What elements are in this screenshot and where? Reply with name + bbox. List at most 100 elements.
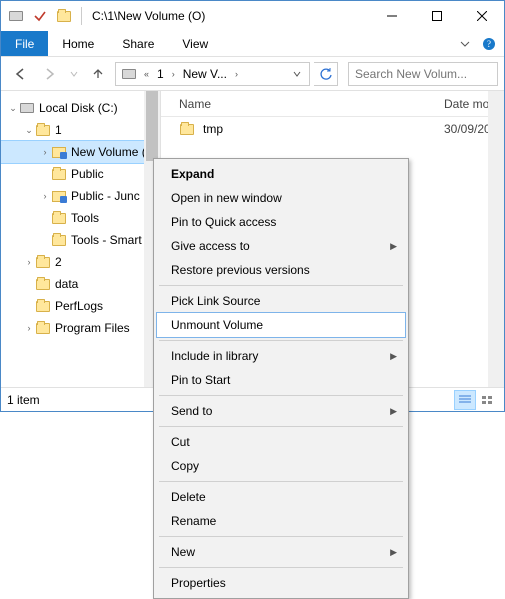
tree-item[interactable]: Tools - Smart xyxy=(1,229,160,251)
tree-item-label: Public - Junc xyxy=(71,189,140,203)
submenu-arrow-icon: ▶ xyxy=(390,547,397,558)
tree-item-label: 1 xyxy=(55,123,62,137)
tree-item[interactable]: PerfLogs xyxy=(1,295,160,317)
menu-item[interactable]: Expand xyxy=(157,162,405,186)
svg-text:?: ? xyxy=(487,39,491,49)
maximize-button[interactable] xyxy=(414,1,459,31)
submenu-arrow-icon: ▶ xyxy=(390,406,397,417)
view-largeicons-button[interactable] xyxy=(476,390,498,410)
tree-item[interactable]: Tools xyxy=(1,207,160,229)
folder-icon xyxy=(35,298,51,314)
menu-item[interactable]: Pin to Start xyxy=(157,368,405,392)
expand-icon[interactable]: › xyxy=(39,147,51,157)
menu-item-label: Send to xyxy=(171,404,212,418)
chevron-icon[interactable]: › xyxy=(231,69,242,79)
menu-item[interactable]: Include in library▶ xyxy=(157,344,405,368)
submenu-arrow-icon: ▶ xyxy=(390,241,397,252)
menu-item-label: New xyxy=(171,545,195,559)
menu-item[interactable]: Restore previous versions xyxy=(157,258,405,282)
menu-separator xyxy=(159,395,403,396)
menu-separator xyxy=(159,536,403,537)
tab-share[interactable]: Share xyxy=(108,33,168,55)
recent-dropdown[interactable] xyxy=(67,61,81,87)
tree-item[interactable]: data xyxy=(1,273,160,295)
chevron-icon[interactable]: « xyxy=(140,69,153,79)
menu-item-label: Expand xyxy=(171,167,214,181)
expand-icon[interactable]: › xyxy=(39,191,51,201)
item-name: tmp xyxy=(203,122,444,136)
menu-item[interactable]: Copy xyxy=(157,454,405,478)
breadcrumb-1[interactable]: 1 xyxy=(153,63,168,85)
breadcrumb-2[interactable]: New V... xyxy=(179,63,231,85)
column-headers: Name Date moc xyxy=(161,91,504,117)
menu-item-label: Rename xyxy=(171,514,216,528)
minimize-button[interactable] xyxy=(369,1,414,31)
col-name[interactable]: Name xyxy=(179,97,444,111)
qat-properties-icon[interactable] xyxy=(29,5,51,27)
menu-separator xyxy=(159,285,403,286)
menu-item-label: Properties xyxy=(171,576,226,590)
help-icon[interactable]: ? xyxy=(480,37,504,51)
ribbon-expand-icon[interactable] xyxy=(456,39,480,49)
tab-view[interactable]: View xyxy=(168,33,222,55)
expand-icon[interactable]: › xyxy=(23,257,35,267)
list-item[interactable]: tmp30/09/201 xyxy=(161,117,504,141)
tree-item-label: 2 xyxy=(55,255,62,269)
menu-item[interactable]: Unmount Volume xyxy=(157,313,405,337)
menu-item-label: Restore previous versions xyxy=(171,263,310,277)
qat-newfolder-icon[interactable] xyxy=(53,5,75,27)
junc-icon xyxy=(51,188,67,204)
up-button[interactable] xyxy=(85,61,111,87)
back-button[interactable] xyxy=(7,61,33,87)
close-button[interactable] xyxy=(459,1,504,31)
menu-item-label: Give access to xyxy=(171,239,250,253)
view-details-button[interactable] xyxy=(454,390,476,410)
tree-item[interactable]: ⌄1 xyxy=(1,119,160,141)
menu-item[interactable]: Pick Link Source xyxy=(157,289,405,313)
expand-icon[interactable]: ⌄ xyxy=(23,125,35,136)
menu-item[interactable]: Delete xyxy=(157,485,405,509)
search-box[interactable] xyxy=(348,62,498,86)
expand-icon[interactable]: ⌄ xyxy=(7,103,19,114)
address-dropdown[interactable] xyxy=(287,70,307,78)
menu-separator xyxy=(159,340,403,341)
tab-home[interactable]: Home xyxy=(48,33,108,55)
menu-item[interactable]: New ▶ xyxy=(157,540,405,564)
file-tab[interactable]: File xyxy=(1,31,48,56)
menu-separator xyxy=(159,567,403,568)
tree-item-label: Local Disk (C:) xyxy=(39,101,118,115)
tree-item[interactable]: ›New Volume (O xyxy=(1,141,160,163)
tree-item[interactable]: ›2 xyxy=(1,251,160,273)
expand-icon[interactable]: › xyxy=(23,323,35,333)
menu-item-label: Cut xyxy=(171,435,190,449)
folder-icon xyxy=(51,210,67,226)
menu-item-label: Pin to Start xyxy=(171,373,230,387)
disk-icon xyxy=(19,100,35,116)
menu-item[interactable]: Properties xyxy=(157,571,405,595)
menu-item[interactable]: Cut xyxy=(157,430,405,454)
forward-button[interactable] xyxy=(37,61,63,87)
folder-icon xyxy=(35,122,51,138)
tree-item[interactable]: › Public - Junc xyxy=(1,185,160,207)
search-input[interactable] xyxy=(353,66,493,82)
tree-item[interactable]: ⌄ Local Disk (C:) xyxy=(1,97,160,119)
addr-drive-icon[interactable] xyxy=(118,63,140,85)
tree-item[interactable]: Public xyxy=(1,163,160,185)
menu-item[interactable]: Open in new window xyxy=(157,186,405,210)
menu-item-label: Include in library xyxy=(171,349,258,363)
chevron-icon[interactable]: › xyxy=(168,69,179,79)
qat-drive-icon[interactable] xyxy=(5,5,27,27)
content-scrollbar[interactable] xyxy=(488,91,504,387)
menu-item[interactable]: Give access to ▶ xyxy=(157,234,405,258)
folder-icon xyxy=(51,232,67,248)
tree-item-label: data xyxy=(55,277,78,291)
address-bar[interactable]: « 1 › New V... › xyxy=(115,62,310,86)
refresh-button[interactable] xyxy=(314,62,338,86)
tree-item-label: Program Files xyxy=(55,321,130,335)
menu-item[interactable]: Rename xyxy=(157,509,405,533)
folder-icon xyxy=(179,121,195,137)
menu-item[interactable]: Send to ▶ xyxy=(157,399,405,423)
menu-item[interactable]: Pin to Quick access xyxy=(157,210,405,234)
tree-pane: ⌄Local Disk (C:)⌄1›New Volume (OPublic›P… xyxy=(1,91,161,387)
tree-item[interactable]: › Program Files xyxy=(1,317,160,339)
